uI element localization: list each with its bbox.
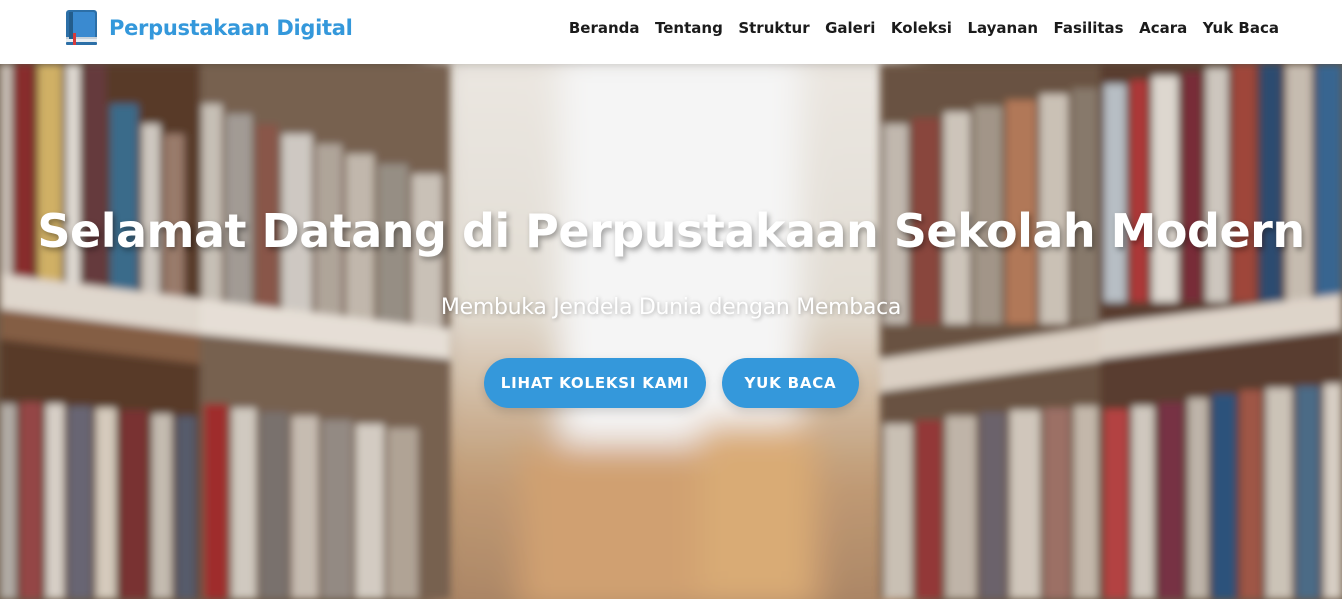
nav-link-struktur[interactable]: Struktur xyxy=(738,17,809,39)
hero-title: Selamat Datang di Perpustakaan Sekolah M… xyxy=(37,204,1305,258)
view-collection-button[interactable]: LIHAT KOLEKSI KAMI xyxy=(484,358,706,408)
hero-section: Selamat Datang di Perpustakaan Sekolah M… xyxy=(0,64,1342,599)
nav-link-fasilitas[interactable]: Fasilitas xyxy=(1054,17,1124,39)
brand-name: Perpustakaan Digital xyxy=(109,16,353,40)
nav-link-galeri[interactable]: Galeri xyxy=(825,17,875,39)
nav-link-yuk-baca[interactable]: Yuk Baca xyxy=(1203,17,1279,39)
nav-link-acara[interactable]: Acara xyxy=(1139,17,1187,39)
brand-logo-link[interactable]: Perpustakaan Digital xyxy=(64,9,353,47)
yuk-baca-button[interactable]: YUK BACA xyxy=(722,358,859,408)
main-nav: Beranda Tentang Struktur Galeri Koleksi … xyxy=(553,17,1279,39)
hero-subtitle: Membuka Jendela Dunia dengan Membaca xyxy=(440,295,902,320)
hero-overlay xyxy=(0,64,1342,599)
nav-link-layanan[interactable]: Layanan xyxy=(967,17,1038,39)
nav-link-tentang[interactable]: Tentang xyxy=(655,17,723,39)
navbar: Perpustakaan Digital Beranda Tentang Str… xyxy=(0,0,1342,64)
nav-link-koleksi[interactable]: Koleksi xyxy=(891,17,952,39)
nav-link-beranda[interactable]: Beranda xyxy=(569,17,640,39)
book-icon xyxy=(66,10,97,45)
